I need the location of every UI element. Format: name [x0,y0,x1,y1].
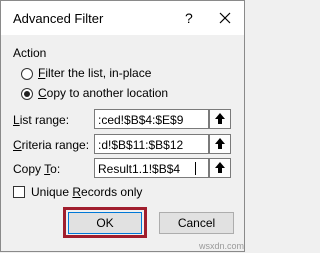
help-button[interactable]: ? [185,10,193,26]
title-bar: Advanced Filter ? [1,1,244,35]
list-range-value: :ced!$B$4:$E$9 [98,113,184,127]
criteria-range-label: Criteria range: [13,138,90,152]
copy-to-value: Result1.1!$B$4 [98,162,181,176]
radio-selected-dot [24,91,30,97]
advanced-filter-dialog: Advanced Filter ? Action Filter the list… [0,0,245,252]
copy-to-input[interactable]: Result1.1!$B$4 [94,158,209,178]
copy-to-label: Copy To: [13,162,61,176]
filter-in-place-label[interactable]: Filter the list, in-place [38,66,151,80]
criteria-range-collapse-button[interactable] [209,134,231,154]
list-range-label: List range: [13,113,70,127]
collapse-arrow-icon [215,138,225,149]
criteria-range-value: :d!$B$11:$B$12 [98,138,184,152]
action-group-label: Action [13,46,47,60]
collapse-arrow-icon [215,162,225,173]
copy-to-location-label[interactable]: Copy to another location [38,86,168,100]
cancel-button[interactable]: Cancel [159,212,234,234]
criteria-range-input[interactable]: :d!$B$11:$B$12 [94,134,209,154]
list-range-collapse-button[interactable] [209,109,231,129]
list-range-input[interactable]: :ced!$B$4:$E$9 [94,109,209,129]
collapse-arrow-icon [215,113,225,124]
close-button[interactable] [213,7,237,29]
unique-records-label[interactable]: Unique Records only [31,185,142,199]
dialog-title: Advanced Filter [13,11,104,26]
close-icon [219,12,231,24]
copy-to-collapse-button[interactable] [209,158,231,178]
filter-in-place-radio[interactable] [21,68,33,80]
watermark: wsxdn.com [199,241,245,251]
text-caret [195,162,196,175]
ok-button-highlight [63,207,147,238]
unique-records-checkbox[interactable] [13,186,25,198]
copy-to-location-radio[interactable] [21,88,33,100]
